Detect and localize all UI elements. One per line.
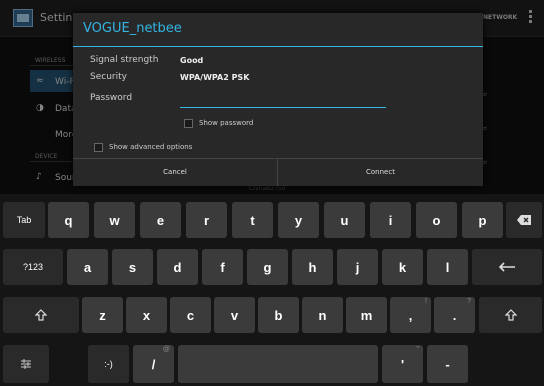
key-t[interactable]: t: [232, 202, 273, 238]
shift-icon: [504, 309, 517, 321]
key-g[interactable]: g: [247, 249, 288, 285]
key-slash-alt: @: [162, 346, 170, 353]
key-z[interactable]: z: [82, 297, 123, 333]
key-m[interactable]: m: [346, 297, 387, 333]
signal-strength-label: Signal strength: [90, 55, 159, 65]
show-advanced-label[interactable]: Show advanced options: [109, 143, 192, 151]
key-period-alt: ?: [467, 298, 471, 305]
keyboard-settings-icon: [21, 359, 31, 369]
key-b[interactable]: b: [258, 297, 299, 333]
key-v[interactable]: v: [214, 297, 255, 333]
key-o[interactable]: o: [416, 202, 457, 238]
space-bar[interactable]: [178, 345, 378, 383]
key-l[interactable]: l: [427, 249, 468, 285]
wifi-connect-dialog: VOGUE_netbee Signal strength Good Securi…: [73, 13, 483, 186]
key-y[interactable]: y: [278, 202, 319, 238]
password-input[interactable]: [180, 97, 386, 108]
key-h[interactable]: h: [292, 249, 333, 285]
key-c[interactable]: c: [170, 297, 211, 333]
key-n[interactable]: n: [302, 297, 343, 333]
key-k[interactable]: k: [382, 249, 423, 285]
security-label: Security: [90, 72, 127, 82]
key-apostrophe-label: ': [400, 356, 405, 372]
key-p[interactable]: p: [462, 202, 503, 238]
cancel-button[interactable]: Cancel: [73, 158, 277, 186]
key-f[interactable]: f: [202, 249, 243, 285]
key-slash-label: /: [151, 356, 156, 372]
dialog-title: VOGUE_netbee: [83, 21, 182, 36]
keyboard-settings-key[interactable]: [3, 345, 49, 383]
key-apostrophe[interactable]: ' ": [382, 345, 423, 383]
key-r[interactable]: r: [186, 202, 227, 238]
connect-button[interactable]: Connect: [278, 158, 483, 186]
key-d[interactable]: d: [157, 249, 198, 285]
key-comma[interactable]: , !: [390, 297, 431, 333]
show-password-label[interactable]: Show password: [199, 119, 253, 127]
shift-key-right[interactable]: [479, 297, 542, 333]
key-apostrophe-alt: ": [416, 346, 420, 353]
key-symbols[interactable]: ?123: [3, 249, 63, 285]
show-advanced-checkbox[interactable]: [94, 143, 103, 152]
key-i[interactable]: i: [370, 202, 411, 238]
key-period[interactable]: . ?: [434, 297, 475, 333]
key-slash[interactable]: / @: [133, 345, 174, 383]
key-x[interactable]: x: [126, 297, 167, 333]
key-j[interactable]: j: [337, 249, 378, 285]
key-comma-alt: !: [425, 298, 427, 305]
signal-strength-value: Good: [180, 56, 204, 65]
key-u[interactable]: u: [324, 202, 365, 238]
key-period-label: .: [452, 307, 457, 323]
password-label: Password: [90, 93, 133, 103]
key-smiley[interactable]: :-): [88, 345, 129, 383]
backspace-icon: [517, 215, 531, 225]
key-w[interactable]: w: [94, 202, 135, 238]
enter-icon: [498, 262, 515, 272]
key-a[interactable]: a: [67, 249, 108, 285]
shift-icon: [35, 309, 47, 321]
soft-keyboard: Tab q w e r t y u i o p ?123 a s d f g h…: [0, 194, 544, 386]
security-value: WPA/WPA2 PSK: [180, 73, 250, 82]
show-password-checkbox[interactable]: [184, 119, 193, 128]
dialog-title-divider: [73, 46, 483, 47]
backspace-key[interactable]: [506, 202, 542, 238]
key-comma-label: ,: [408, 307, 413, 323]
key-s[interactable]: s: [112, 249, 153, 285]
key-e[interactable]: e: [140, 202, 181, 238]
enter-key[interactable]: [472, 249, 542, 285]
key-dash[interactable]: -: [427, 345, 468, 383]
key-q[interactable]: q: [48, 202, 89, 238]
key-tab[interactable]: Tab: [3, 202, 45, 238]
shift-key-left[interactable]: [3, 297, 79, 333]
